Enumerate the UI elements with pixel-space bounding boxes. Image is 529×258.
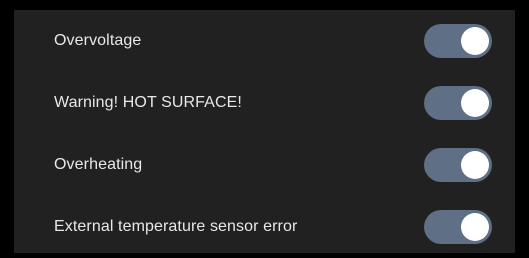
setting-label: Overheating xyxy=(54,156,143,173)
hot-surface-warning-toggle[interactable] xyxy=(424,86,492,120)
toggle-knob xyxy=(461,213,489,241)
setting-label: Warning! HOT SURFACE! xyxy=(54,94,242,111)
toggle-knob xyxy=(461,27,489,55)
setting-row-external-temperature-sensor-error[interactable]: External temperature sensor error xyxy=(14,196,515,258)
toggle-knob xyxy=(461,89,489,117)
setting-row-overheating[interactable]: Overheating xyxy=(14,134,515,196)
overvoltage-toggle[interactable] xyxy=(424,24,492,58)
setting-row-hot-surface-warning[interactable]: Warning! HOT SURFACE! xyxy=(14,72,515,134)
overheating-toggle[interactable] xyxy=(424,148,492,182)
setting-row-overvoltage[interactable]: Overvoltage xyxy=(14,10,515,72)
setting-label: External temperature sensor error xyxy=(54,218,298,235)
settings-panel: Overvoltage Warning! HOT SURFACE! Overhe… xyxy=(14,10,515,253)
setting-label: Overvoltage xyxy=(54,32,142,49)
external-temperature-sensor-error-toggle[interactable] xyxy=(424,210,492,244)
toggle-knob xyxy=(461,151,489,179)
